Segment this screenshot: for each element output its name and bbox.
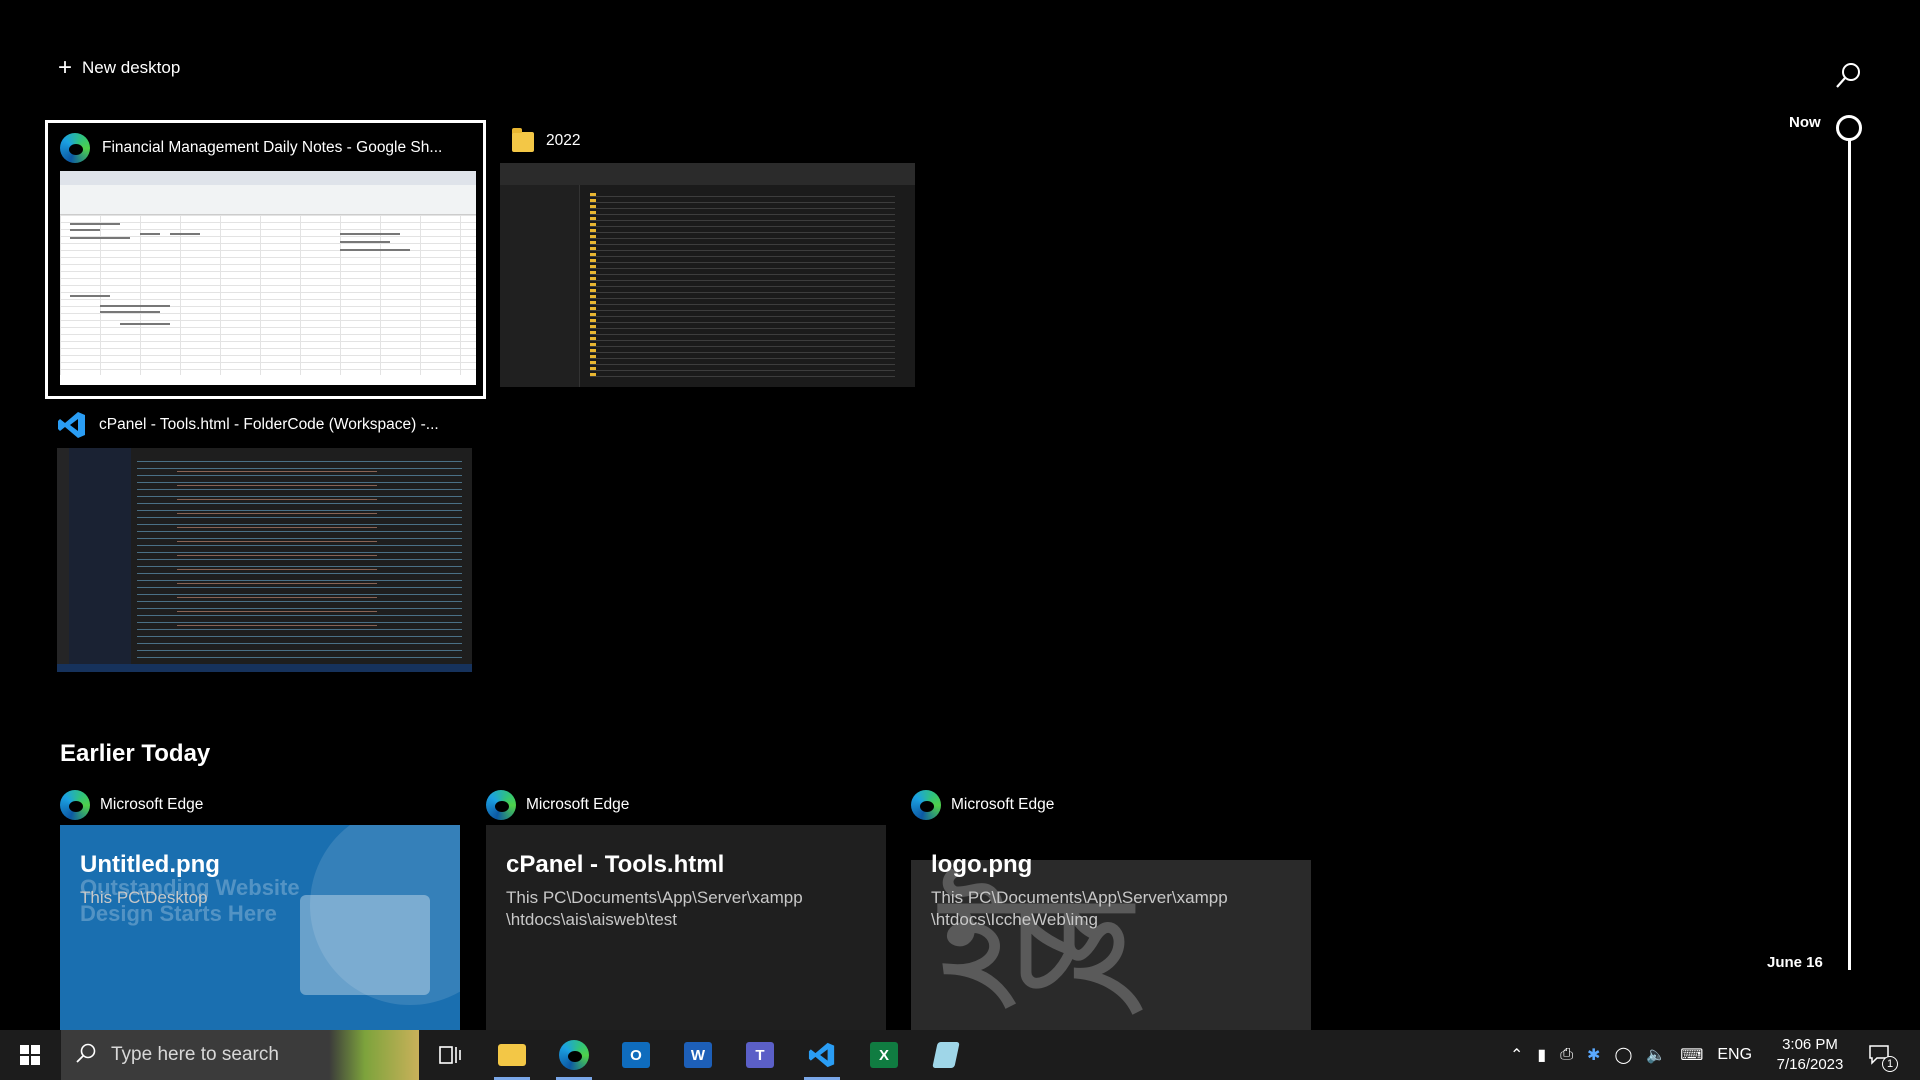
search-icon xyxy=(75,1042,97,1069)
search-placeholder: Type here to search xyxy=(111,1044,279,1065)
file-explorer-icon[interactable] xyxy=(488,1030,536,1080)
volume-icon[interactable]: 🔈 xyxy=(1646,1045,1666,1065)
clock[interactable]: 3:06 PM 7/16/2023 xyxy=(1760,1035,1860,1075)
language-indicator[interactable]: ENG xyxy=(1717,1046,1752,1064)
timeline-card[interactable]: Microsoft Edge Outstanding Website Desig… xyxy=(60,790,460,1030)
window-title: cPanel - Tools.html - FolderCode (Worksp… xyxy=(99,416,439,433)
window-card-vscode[interactable]: cPanel - Tools.html - FolderCode (Worksp… xyxy=(45,400,486,672)
notification-count: 1 xyxy=(1882,1056,1898,1072)
timeline-track[interactable] xyxy=(1848,130,1851,970)
card-app-name: Microsoft Edge xyxy=(951,796,1055,813)
excel-icon[interactable]: X xyxy=(860,1030,908,1080)
card-app-name: Microsoft Edge xyxy=(100,796,204,813)
notification-center-icon[interactable]: 1 xyxy=(1856,1030,1904,1080)
timeline-handle[interactable] xyxy=(1836,115,1862,141)
card-path: This PC\Desktop xyxy=(80,888,208,907)
taskbar: Type here to search O W T X ⌃ ▮ ⎙ ✱ ◯ 🔈 … xyxy=(0,1030,1920,1080)
window-title: Financial Management Daily Notes - Googl… xyxy=(102,139,443,156)
clock-date: 7/16/2023 xyxy=(1776,1056,1844,1073)
edge-icon xyxy=(60,133,90,163)
window-title: 2022 xyxy=(546,132,581,149)
folder-icon xyxy=(512,128,534,152)
vscode-icon xyxy=(57,410,87,440)
network-icon[interactable]: ◯ xyxy=(1614,1045,1632,1065)
new-desktop-label: New desktop xyxy=(82,58,181,77)
keyboard-icon[interactable]: ⌨ xyxy=(1680,1045,1703,1065)
edge-icon[interactable] xyxy=(550,1030,598,1080)
card-path: This PC\Documents\App\Server\xampp \htdo… xyxy=(506,888,803,929)
card-preview: cPanel - Tools.html This PC\Documents\Ap… xyxy=(486,825,886,1030)
card-preview: ইচ্ছ logo.png This PC\Documents\App\Serv… xyxy=(911,825,1311,1030)
card-path: This PC\Documents\App\Server\xampp \htdo… xyxy=(931,888,1228,929)
timeline-card[interactable]: Microsoft Edge ইচ্ছ logo.png This PC\Doc… xyxy=(911,790,1311,1030)
timeline-end-label: June 16 xyxy=(1767,954,1823,971)
new-desktop-button[interactable]: + New desktop xyxy=(58,56,180,80)
vscode-icon[interactable] xyxy=(798,1030,846,1080)
word-icon[interactable]: W xyxy=(674,1030,722,1080)
notepad-icon[interactable] xyxy=(922,1030,970,1080)
task-view-icon[interactable] xyxy=(426,1030,474,1080)
card-title: Untitled.png xyxy=(80,851,220,878)
battery-icon[interactable]: ▮ xyxy=(1537,1045,1546,1065)
windows-logo-icon xyxy=(20,1045,40,1065)
search-icon[interactable] xyxy=(1834,60,1864,90)
teams-icon[interactable]: T xyxy=(736,1030,784,1080)
card-title: cPanel - Tools.html xyxy=(506,851,725,878)
start-button[interactable] xyxy=(0,1030,60,1080)
clock-time: 3:06 PM xyxy=(1782,1036,1838,1053)
window-thumbnail xyxy=(57,448,472,672)
edge-icon xyxy=(486,790,516,820)
device-illustration xyxy=(300,895,430,995)
window-thumbnail xyxy=(60,171,476,385)
window-card-sheets[interactable]: Financial Management Daily Notes - Googl… xyxy=(45,120,486,399)
timeline-card[interactable]: Microsoft Edge cPanel - Tools.html This … xyxy=(486,790,886,1030)
timeline-now-label: Now xyxy=(1789,114,1821,131)
card-title: logo.png xyxy=(931,851,1033,878)
bluetooth-icon[interactable]: ✱ xyxy=(1587,1045,1600,1065)
printer-icon[interactable]: ⎙ xyxy=(1560,1046,1573,1064)
edge-icon xyxy=(911,790,941,820)
window-thumbnail xyxy=(500,163,915,387)
chevron-up-icon[interactable]: ⌃ xyxy=(1510,1045,1523,1065)
plus-icon: + xyxy=(58,54,73,81)
section-title-earlier-today: Earlier Today xyxy=(60,740,211,767)
card-preview: Outstanding Website Design Starts Here U… xyxy=(60,825,460,1030)
edge-icon xyxy=(60,790,90,820)
window-card-explorer[interactable]: 2022 xyxy=(500,120,920,399)
card-app-name: Microsoft Edge xyxy=(526,796,630,813)
outlook-icon[interactable]: O xyxy=(612,1030,660,1080)
search-highlight-image xyxy=(329,1030,419,1080)
taskbar-search-box[interactable]: Type here to search xyxy=(61,1030,419,1080)
